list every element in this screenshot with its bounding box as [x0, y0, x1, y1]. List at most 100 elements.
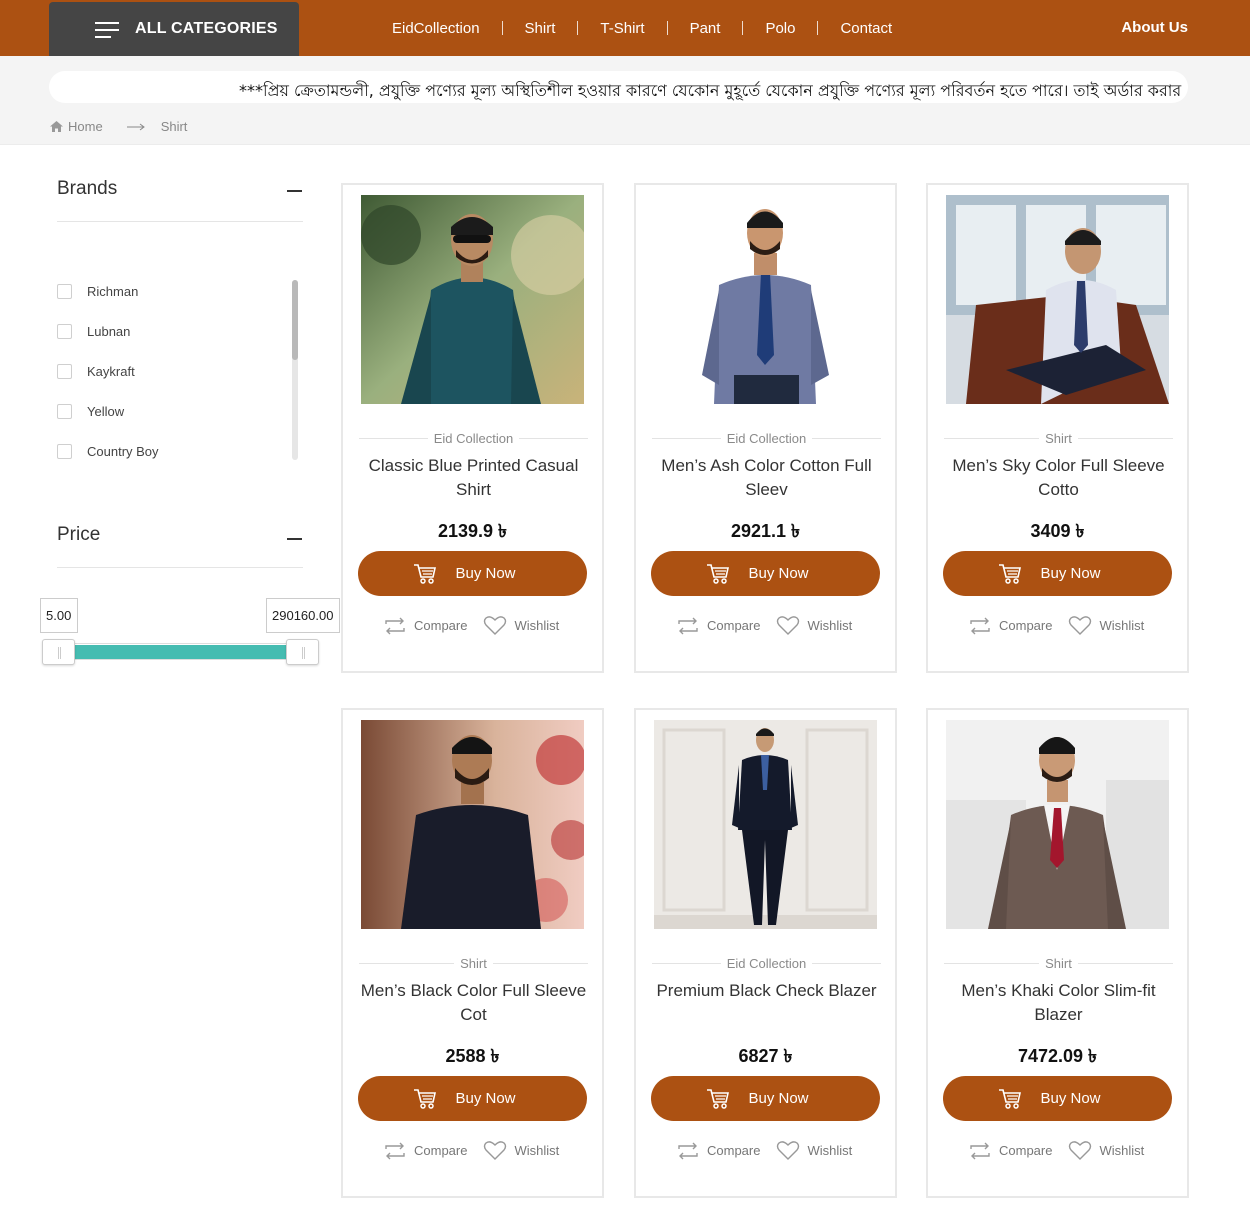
nav-polo[interactable]: Polo	[765, 20, 817, 37]
price-min-input[interactable]: 5.00	[40, 598, 78, 633]
nav-eid-collection[interactable]: EidCollection	[375, 20, 502, 37]
buy-now-label: Buy Now	[1040, 1090, 1101, 1107]
compare-label: Compare	[414, 618, 468, 633]
nav-contact[interactable]: Contact	[840, 20, 914, 37]
buy-now-label: Buy Now	[455, 565, 516, 582]
wishlist-label: Wishlist	[514, 618, 560, 633]
buy-now-label: Buy Now	[1040, 565, 1101, 582]
product-title[interactable]: Men’s Black Color Full Sleeve Cot	[353, 979, 594, 1027]
brand-option-kaykraft[interactable]: Kaykraft	[57, 364, 135, 379]
breadcrumb-home-label: Home	[68, 119, 103, 134]
product-category-row: Eid Collection	[359, 430, 588, 446]
wishlist-button[interactable]: Wishlist	[483, 615, 559, 636]
checkbox[interactable]	[57, 364, 72, 379]
buy-now-label: Buy Now	[748, 1090, 809, 1107]
product-actions: Compare Wishlist	[383, 615, 559, 636]
buy-now-button[interactable]: Buy Now	[358, 1076, 587, 1121]
product-image[interactable]	[946, 195, 1169, 404]
buy-now-button[interactable]: Buy Now	[651, 551, 880, 596]
product-title[interactable]: Men’s Sky Color Full Sleeve Cotto	[938, 454, 1179, 502]
product-title[interactable]: Men’s Khaki Color Slim-fit Blazer	[938, 979, 1179, 1027]
compare-button[interactable]: Compare	[968, 616, 1052, 636]
compare-label: Compare	[999, 618, 1053, 633]
about-us-link[interactable]: About Us	[1121, 19, 1188, 36]
product-category-row: Eid Collection	[652, 955, 881, 971]
buy-now-label: Buy Now	[748, 565, 809, 582]
compare-button[interactable]: Compare	[383, 616, 467, 636]
all-categories-label: ALL CATEGORIES	[135, 20, 278, 37]
product-image[interactable]	[361, 720, 584, 929]
wishlist-button[interactable]: Wishlist	[1068, 615, 1144, 636]
wishlist-label: Wishlist	[1099, 1143, 1145, 1158]
buy-now-button[interactable]: Buy Now	[943, 551, 1172, 596]
product-image[interactable]	[654, 720, 877, 929]
price-slider-range	[75, 645, 286, 659]
product-price: 2588 ৳	[445, 1046, 500, 1066]
buy-now-button[interactable]: Buy Now	[651, 1076, 880, 1121]
nav-pant[interactable]: Pant	[690, 20, 743, 37]
product-actions: Compare Wishlist	[676, 615, 852, 636]
brands-title: Brands	[57, 178, 118, 199]
brand-scrollbar-thumb[interactable]	[292, 280, 298, 360]
price-slider-min-handle[interactable]	[42, 639, 75, 665]
product-price: 6827 ৳	[738, 1046, 793, 1066]
product-actions: Compare Wishlist	[968, 615, 1144, 636]
product-title[interactable]: Men’s Ash Color Cotton Full Sleev	[646, 454, 887, 502]
product-card: Shirt Men’s Khaki Color Slim-fit Blazer …	[926, 708, 1189, 1198]
compare-button[interactable]: Compare	[676, 1141, 760, 1161]
product-actions: Compare Wishlist	[968, 1140, 1144, 1161]
wishlist-button[interactable]: Wishlist	[483, 1140, 559, 1161]
wishlist-label: Wishlist	[1099, 618, 1145, 633]
compare-button[interactable]: Compare	[968, 1141, 1052, 1161]
wishlist-button[interactable]: Wishlist	[776, 1140, 852, 1161]
filter-sidebar: Brands Richman Lubnan Kaykraft Yellow Co…	[57, 145, 303, 568]
product-image[interactable]	[654, 195, 877, 404]
wishlist-button[interactable]: Wishlist	[776, 615, 852, 636]
collapse-price-icon[interactable]	[287, 538, 302, 540]
compare-button[interactable]: Compare	[676, 616, 760, 636]
brand-option-country-boy[interactable]: Country Boy	[57, 444, 159, 459]
product-actions: Compare Wishlist	[383, 1140, 559, 1161]
collapse-brands-icon[interactable]	[287, 190, 302, 192]
buy-now-button[interactable]: Buy Now	[358, 551, 587, 596]
home-icon	[50, 121, 63, 132]
wishlist-label: Wishlist	[807, 618, 853, 633]
compare-button[interactable]: Compare	[383, 1141, 467, 1161]
product-image[interactable]	[946, 720, 1169, 929]
nav-shirt[interactable]: Shirt	[525, 20, 578, 37]
buy-now-button[interactable]: Buy Now	[943, 1076, 1172, 1121]
brand-label: Country Boy	[87, 444, 159, 459]
compare-icon	[385, 617, 405, 634]
compare-label: Compare	[999, 1143, 1053, 1158]
cart-icon	[414, 1088, 437, 1109]
product-image[interactable]	[361, 195, 584, 404]
brand-option-yellow[interactable]: Yellow	[57, 404, 124, 419]
checkbox[interactable]	[57, 404, 72, 419]
checkbox[interactable]	[57, 324, 72, 339]
product-category-row: Eid Collection	[652, 430, 881, 446]
notice-band: ***প্রিয় ক্রেতামন্ডলী, প্রযুক্তি পণ্যের…	[0, 56, 1250, 145]
wishlist-button[interactable]: Wishlist	[1068, 1140, 1144, 1161]
product-card: Shirt Men’s Sky Color Full Sleeve Cotto …	[926, 183, 1189, 673]
product-card: Eid Collection Men’s Ash Color Cotton Fu…	[634, 183, 897, 673]
cart-icon	[707, 563, 730, 584]
all-categories-button[interactable]: ALL CATEGORIES	[49, 2, 299, 56]
breadcrumb-home[interactable]: Home	[50, 119, 103, 134]
compare-icon	[678, 1142, 698, 1159]
checkbox[interactable]	[57, 444, 72, 459]
hamburger-icon	[95, 22, 119, 38]
brands-header[interactable]: Brands	[57, 145, 303, 222]
nav-tshirt[interactable]: T-Shirt	[600, 20, 666, 37]
compare-icon	[970, 1142, 990, 1159]
price-slider-max-handle[interactable]	[286, 639, 319, 665]
product-title[interactable]: Premium Black Check Blazer	[646, 979, 887, 1003]
product-category: Eid Collection	[433, 430, 514, 446]
checkbox[interactable]	[57, 284, 72, 299]
brand-option-lubnan[interactable]: Lubnan	[57, 324, 130, 339]
compare-label: Compare	[707, 618, 761, 633]
product-title[interactable]: Classic Blue Printed Casual Shirt	[353, 454, 594, 502]
brand-option-richman[interactable]: Richman	[57, 284, 138, 299]
price-header[interactable]: Price	[57, 468, 303, 568]
heart-icon	[1069, 1141, 1092, 1160]
price-max-input[interactable]: 290160.00	[266, 598, 340, 633]
